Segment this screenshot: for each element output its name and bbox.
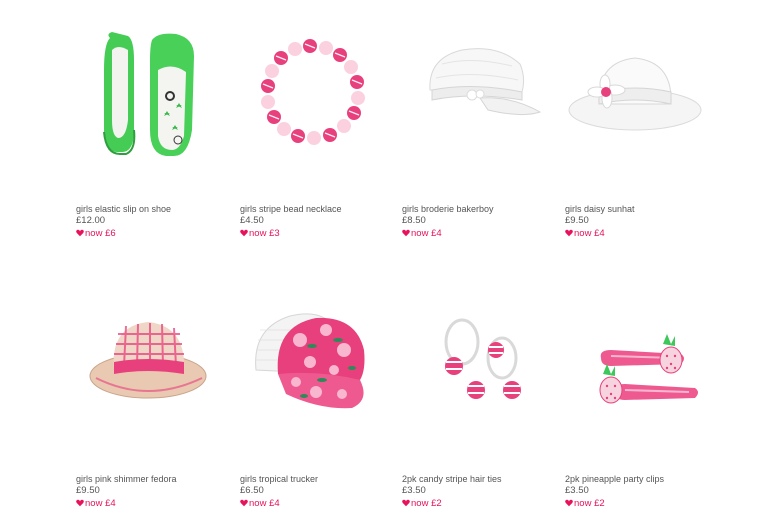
product-sale-price: now £2 — [565, 498, 605, 509]
sale-heart-icon — [240, 229, 248, 237]
sale-price-label: now £6 — [85, 228, 116, 239]
necklace-image[interactable] — [240, 0, 380, 180]
product-original-price: £9.50 — [565, 215, 589, 226]
product-card[interactable]: girls tropical trucker £6.50 now £4 — [240, 270, 380, 520]
hair-clips-image[interactable] — [565, 270, 705, 450]
product-name[interactable]: 2pk candy stripe hair ties — [402, 474, 502, 484]
product-card[interactable]: girls broderie bakerboy £8.50 now £4 — [402, 0, 542, 250]
product-original-price: £8.50 — [402, 215, 426, 226]
product-sale-price: now £4 — [402, 228, 442, 239]
product-name[interactable]: girls tropical trucker — [240, 474, 318, 484]
product-card[interactable]: girls daisy sunhat £9.50 now £4 — [565, 0, 705, 250]
trucker-cap-image[interactable] — [240, 270, 380, 450]
product-name[interactable]: girls stripe bead necklace — [240, 204, 342, 214]
sale-price-label: now £2 — [411, 498, 442, 509]
product-name[interactable]: 2pk pineapple party clips — [565, 474, 664, 484]
fedora-image[interactable] — [76, 270, 216, 450]
product-name[interactable]: girls daisy sunhat — [565, 204, 635, 214]
product-grid: girls elastic slip on shoe £12.00 now £6 — [0, 0, 770, 528]
product-original-price: £4.50 — [240, 215, 264, 226]
sale-heart-icon — [402, 229, 410, 237]
product-card[interactable]: 2pk candy stripe hair ties £3.50 now £2 — [402, 270, 542, 520]
product-name[interactable]: girls elastic slip on shoe — [76, 204, 171, 214]
sale-price-label: now £2 — [574, 498, 605, 509]
product-name[interactable]: girls pink shimmer fedora — [76, 474, 177, 484]
product-name[interactable]: girls broderie bakerboy — [402, 204, 494, 214]
product-card[interactable]: girls elastic slip on shoe £12.00 now £6 — [76, 0, 216, 250]
sale-price-label: now £4 — [85, 498, 116, 509]
sale-heart-icon — [240, 499, 248, 507]
product-sale-price: now £4 — [76, 498, 116, 509]
product-sale-price: now £3 — [240, 228, 280, 239]
product-original-price: £3.50 — [565, 485, 589, 496]
sale-heart-icon — [402, 499, 410, 507]
sunhat-image[interactable] — [565, 0, 705, 180]
sale-price-label: now £4 — [411, 228, 442, 239]
sale-price-label: now £4 — [574, 228, 605, 239]
product-original-price: £9.50 — [76, 485, 100, 496]
product-sale-price: now £6 — [76, 228, 116, 239]
sale-heart-icon — [565, 499, 573, 507]
product-original-price: £3.50 — [402, 485, 426, 496]
product-card[interactable]: girls stripe bead necklace £4.50 now £3 — [240, 0, 380, 250]
sale-heart-icon — [76, 499, 84, 507]
product-sale-price: now £4 — [240, 498, 280, 509]
product-sale-price: now £4 — [565, 228, 605, 239]
product-original-price: £12.00 — [76, 215, 106, 226]
bakerboy-cap-image[interactable] — [402, 0, 542, 180]
hair-ties-image[interactable] — [402, 270, 542, 450]
product-card[interactable]: girls pink shimmer fedora £9.50 now £4 — [76, 270, 216, 520]
product-card[interactable]: 2pk pineapple party clips £3.50 now £2 — [565, 270, 705, 520]
sale-heart-icon — [76, 229, 84, 237]
sale-price-label: now £4 — [249, 498, 280, 509]
sale-heart-icon — [565, 229, 573, 237]
sale-price-label: now £3 — [249, 228, 280, 239]
product-original-price: £6.50 — [240, 485, 264, 496]
product-sale-price: now £2 — [402, 498, 442, 509]
shoe-image[interactable] — [76, 0, 216, 180]
